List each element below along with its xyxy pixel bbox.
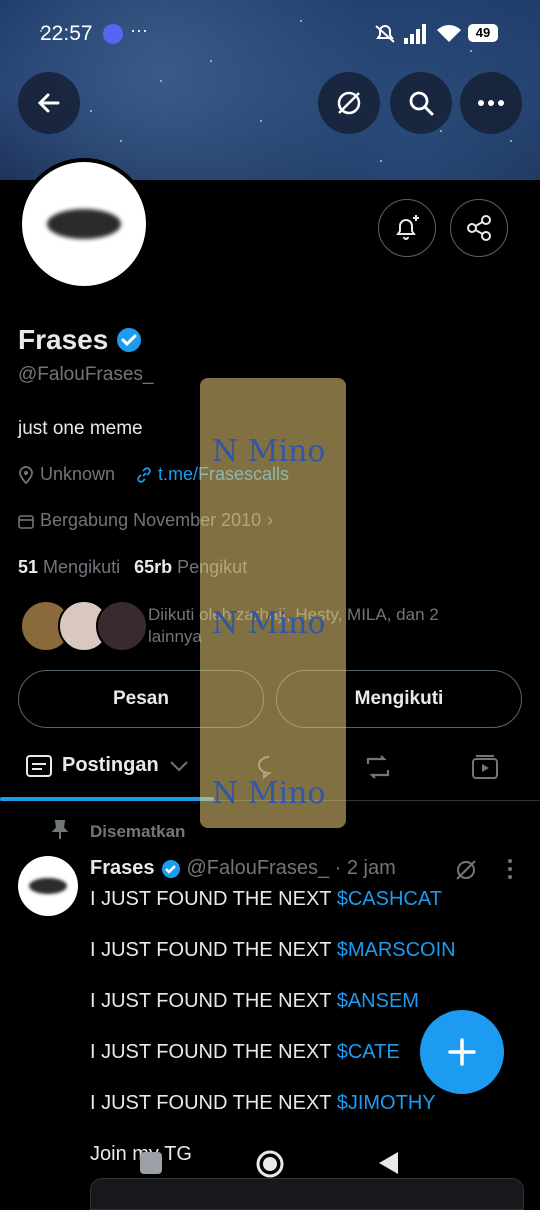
status-bar: 22:57 ··· 49: [0, 0, 540, 64]
profile-handle: @FalouFrases_: [18, 364, 154, 385]
posts-icon: [26, 754, 52, 777]
ticker-link[interactable]: $CASHCAT: [337, 888, 442, 910]
bell-plus-icon: [396, 215, 419, 240]
notifications-button[interactable]: [378, 199, 436, 257]
profile-location: Unknown: [18, 464, 115, 485]
ticker-link[interactable]: $MARSCOIN: [337, 939, 456, 961]
tweet-avatar[interactable]: [18, 856, 78, 916]
watermark-text: N Mino: [212, 434, 326, 469]
ticker-link[interactable]: $JIMOTHY: [337, 1092, 436, 1114]
ticker-link[interactable]: $CATE: [337, 1041, 400, 1063]
share-button[interactable]: [450, 199, 508, 257]
profile-name: Frases: [18, 324, 109, 355]
tweet-line-1: I JUST FOUND THE NEXT $CASHCAT: [90, 888, 442, 911]
location-pin-icon: [19, 465, 33, 484]
link-icon: [137, 466, 151, 483]
status-time: 22:57: [40, 22, 93, 45]
tweet-line-1-prefix: I JUST FOUND THE NEXT: [90, 888, 337, 910]
grok-icon[interactable]: [454, 858, 478, 882]
grok-icon: [337, 91, 361, 115]
ticker-link[interactable]: $ANSEM: [337, 990, 419, 1012]
more-options-button[interactable]: [460, 72, 522, 134]
tweet-line-3: I JUST FOUND THE NEXT $ANSEM: [90, 990, 419, 1013]
location-text: Unknown: [40, 464, 116, 484]
following-label: Mengikuti: [43, 557, 121, 577]
pinned-label: Disematkan: [90, 822, 186, 841]
recent-apps-icon[interactable]: [140, 1152, 162, 1174]
tab-media-icon[interactable]: [472, 754, 498, 780]
back-nav-icon[interactable]: [376, 1150, 400, 1176]
avatar-image: [29, 878, 67, 894]
arrow-left-icon: [37, 93, 60, 113]
tweet-line-5-prefix: I JUST FOUND THE NEXT: [90, 1092, 337, 1114]
tweet-line-4-prefix: I JUST FOUND THE NEXT: [90, 1041, 337, 1063]
tweet-more-icon[interactable]: [506, 858, 514, 880]
battery-level: 49: [475, 25, 491, 40]
tweet-header: Frases @FalouFrases_ · 2 jam: [90, 857, 396, 880]
more-notifications-icon: ···: [130, 20, 148, 40]
watermark-overlay: N Mino N Mino N Mino: [200, 378, 346, 828]
battery-icon: 49: [468, 24, 498, 42]
compose-button[interactable]: [420, 1010, 504, 1094]
mute-icon: [375, 25, 395, 43]
avatar-image: [47, 209, 121, 239]
active-tab-indicator: [0, 797, 214, 801]
home-icon[interactable]: [254, 1148, 286, 1180]
watermark-text: N Mino: [212, 606, 326, 641]
grok-button[interactable]: [318, 72, 380, 134]
more-icon: [478, 100, 504, 106]
verified-badge-icon: [161, 859, 180, 878]
followers-count: 65rb: [134, 557, 173, 577]
profile-name-row: Frases: [18, 324, 142, 356]
tweet-line-5: I JUST FOUND THE NEXT $JIMOTHY: [90, 1092, 436, 1115]
tweet-line-4: I JUST FOUND THE NEXT $CATE: [90, 1041, 400, 1064]
calendar-icon: [18, 514, 34, 529]
watermark-text: N Mino: [212, 776, 326, 811]
tab-posts[interactable]: Postingan: [26, 754, 189, 777]
pin-icon: [52, 820, 68, 839]
tweet-line-3-prefix: I JUST FOUND THE NEXT: [90, 990, 337, 1012]
verified-badge-icon: [117, 328, 142, 352]
chevron-down-icon: [169, 760, 188, 771]
tweet-line-2-prefix: I JUST FOUND THE NEXT: [90, 939, 337, 961]
back-button[interactable]: [18, 72, 80, 134]
avatar: [96, 600, 148, 652]
followed-by-avatars[interactable]: [20, 600, 148, 652]
system-nav-bar: [0, 1140, 540, 1200]
search-button[interactable]: [390, 72, 452, 134]
tab-posts-label: Postingan: [62, 754, 159, 776]
tab-reposts-icon[interactable]: [364, 754, 392, 780]
profile-bio: just one meme: [18, 418, 143, 439]
profile-avatar[interactable]: [18, 158, 150, 290]
following-stat[interactable]: 51 Mengikuti: [18, 557, 120, 578]
tweet-author-name[interactable]: Frases: [90, 857, 155, 880]
following-count: 51: [18, 557, 39, 577]
share-icon: [467, 215, 491, 241]
search-icon: [409, 91, 434, 116]
discord-icon: [103, 24, 123, 44]
tweet-meta: @FalouFrases_ · 2 jam: [186, 857, 396, 879]
signal-icon: [404, 24, 426, 44]
plus-icon: [448, 1038, 476, 1066]
wifi-icon: [437, 25, 461, 42]
tweet-line-2: I JUST FOUND THE NEXT $MARSCOIN: [90, 939, 456, 962]
